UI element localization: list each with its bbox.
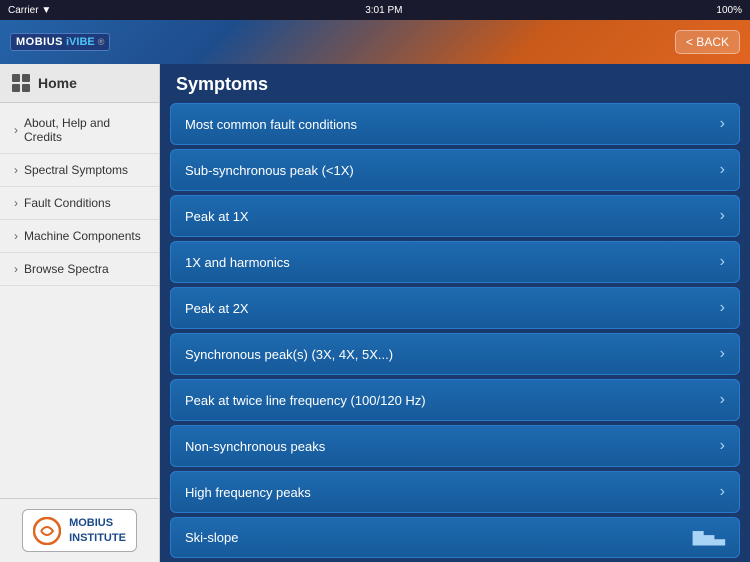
chevron-right-icon: › (720, 115, 725, 133)
symptom-label: 1X and harmonics (185, 255, 290, 270)
status-bar: Carrier ▼ 3:01 PM 100% (0, 0, 750, 20)
mobius-institute-logo: MOBIUS INSTITUTE (22, 509, 137, 552)
chevron-right-icon: › (720, 299, 725, 317)
sidebar: Home › About, Help and Credits › Spectra… (0, 64, 160, 562)
logo-suffix: ® (98, 37, 105, 47)
panel-title: Symptoms (160, 64, 750, 103)
chevron-icon: › (14, 196, 18, 210)
right-panel: Symptoms Most common fault conditions›Su… (160, 64, 750, 562)
chevron-right-icon: › (720, 483, 725, 501)
symptom-label: Peak at 2X (185, 301, 249, 316)
symptoms-list: Most common fault conditions›Sub-synchro… (160, 103, 750, 562)
chevron-icon: › (14, 262, 18, 276)
logo-mobius-text: MOBIUS (16, 36, 63, 48)
sidebar-item-spectral-label: Spectral Symptoms (24, 163, 128, 177)
sidebar-item-fault[interactable]: › Fault Conditions (0, 187, 159, 220)
bar-chart-icon: ▇▅▃ (693, 529, 725, 546)
sidebar-item-fault-label: Fault Conditions (24, 196, 111, 210)
mobius-circle-icon (33, 517, 61, 545)
header-logo: MOBIUS iVIBE ® (10, 33, 110, 51)
sidebar-item-machine[interactable]: › Machine Components (0, 220, 159, 253)
sidebar-item-about[interactable]: › About, Help and Credits (0, 107, 159, 154)
symptom-label: High frequency peaks (185, 485, 311, 500)
chevron-right-icon: › (720, 391, 725, 409)
symptom-item[interactable]: Ski-slope ▇▅▃ (170, 517, 740, 558)
sidebar-item-browse-label: Browse Spectra (24, 262, 109, 276)
sidebar-home-label: Home (38, 75, 77, 91)
back-button[interactable]: < BACK (675, 30, 740, 54)
symptom-item[interactable]: Most common fault conditions › (170, 103, 740, 145)
sidebar-item-browse[interactable]: › Browse Spectra (0, 253, 159, 286)
symptom-label: Ski-slope (185, 530, 238, 545)
symptom-label: Synchronous peak(s) (3X, 4X, 5X...) (185, 347, 393, 362)
logo-ivibe-text: iVIBE (66, 36, 95, 48)
symptom-item[interactable]: Sub-synchronous peak (<1X) › (170, 149, 740, 191)
symptom-label: Sub-synchronous peak (<1X) (185, 163, 354, 178)
chevron-right-icon: › (720, 345, 725, 363)
symptom-label: Peak at 1X (185, 209, 249, 224)
sidebar-item-about-label: About, Help and Credits (24, 116, 149, 144)
sidebar-logo-area: MOBIUS INSTITUTE (0, 498, 159, 562)
home-icon (12, 74, 30, 92)
sidebar-item-spectral[interactable]: › Spectral Symptoms (0, 154, 159, 187)
symptom-item[interactable]: Non-synchronous peaks › (170, 425, 740, 467)
sidebar-nav: › About, Help and Credits › Spectral Sym… (0, 103, 159, 498)
top-header: MOBIUS iVIBE ® < BACK (0, 20, 750, 64)
carrier-text: Carrier ▼ (8, 5, 51, 16)
symptom-item[interactable]: Peak at 1X › (170, 195, 740, 237)
chevron-icon: › (14, 163, 18, 177)
symptom-item[interactable]: Peak at 2X › (170, 287, 740, 329)
institute-logo-text: MOBIUS INSTITUTE (69, 516, 126, 545)
symptom-item[interactable]: High frequency peaks › (170, 471, 740, 513)
symptom-item[interactable]: Peak at twice line frequency (100/120 Hz… (170, 379, 740, 421)
symptom-label: Peak at twice line frequency (100/120 Hz… (185, 393, 426, 408)
chevron-icon: › (14, 123, 18, 137)
time-text: 3:01 PM (365, 5, 402, 16)
sidebar-item-machine-label: Machine Components (24, 229, 141, 243)
chevron-right-icon: › (720, 207, 725, 225)
chevron-right-icon: › (720, 437, 725, 455)
chevron-right-icon: › (720, 161, 725, 179)
symptom-label: Non-synchronous peaks (185, 439, 325, 454)
main-content: Home › About, Help and Credits › Spectra… (0, 64, 750, 562)
sidebar-home-item[interactable]: Home (0, 64, 159, 103)
chevron-icon: › (14, 229, 18, 243)
chevron-right-icon: › (720, 253, 725, 271)
symptom-item[interactable]: Synchronous peak(s) (3X, 4X, 5X...) › (170, 333, 740, 375)
logo-box: MOBIUS iVIBE ® (10, 33, 110, 51)
battery-text: 100% (716, 5, 742, 16)
symptom-item[interactable]: 1X and harmonics › (170, 241, 740, 283)
symptom-label: Most common fault conditions (185, 117, 357, 132)
